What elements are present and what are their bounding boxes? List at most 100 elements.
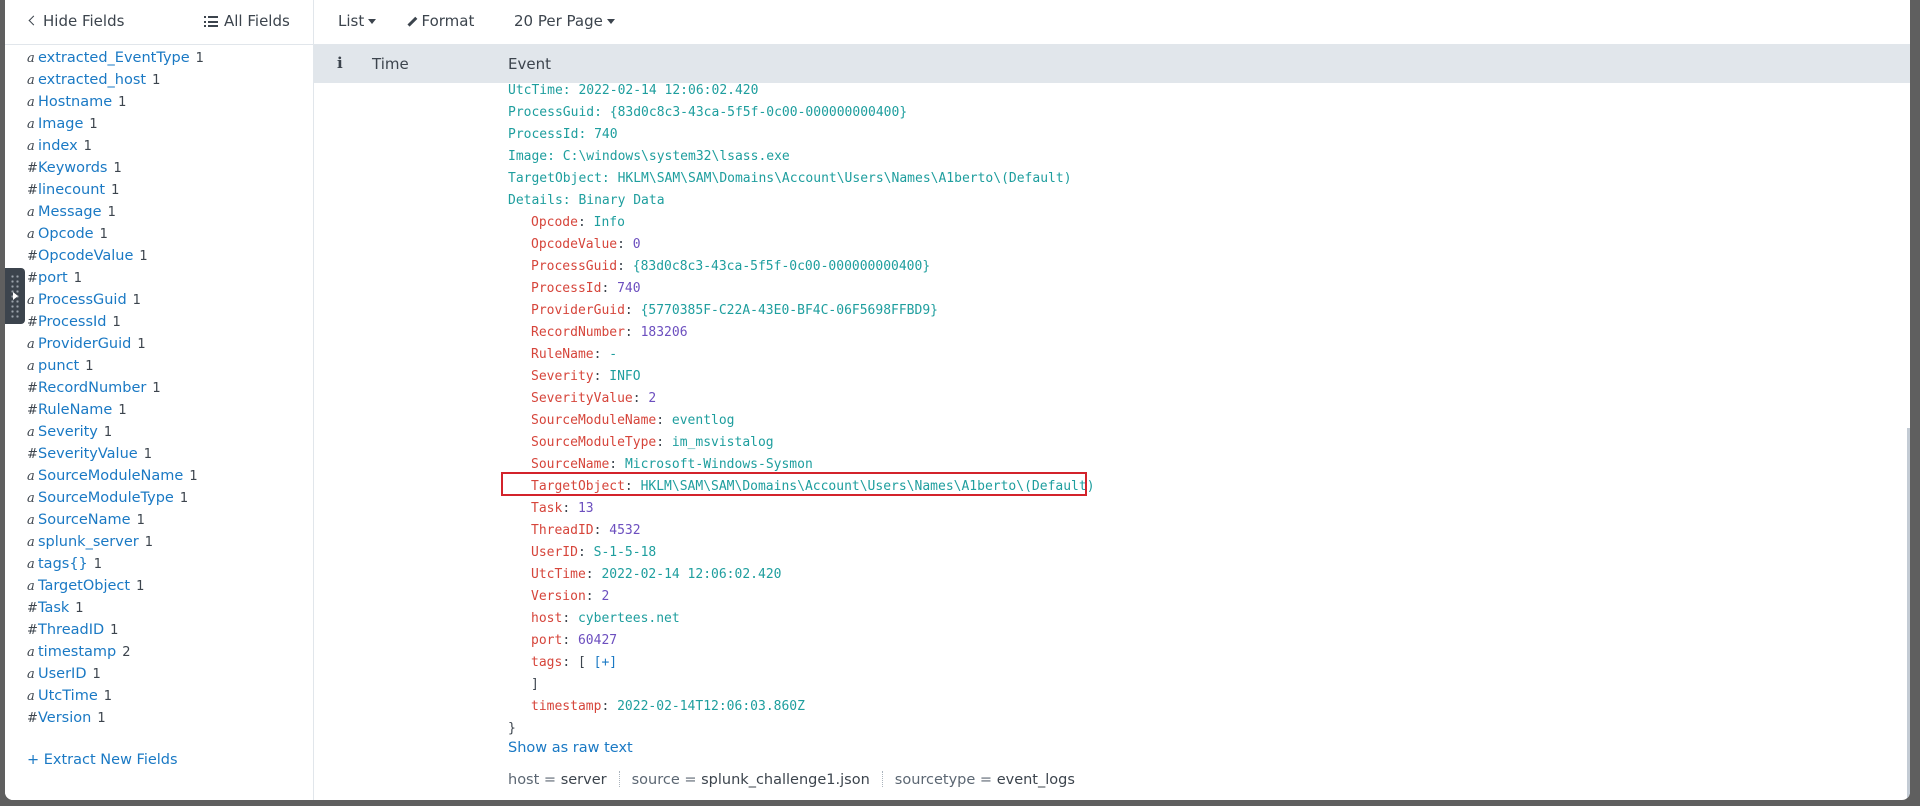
field-item[interactable]: a Severity 1 [27,421,204,443]
event-field-key[interactable]: SourceName [531,457,609,472]
field-item[interactable]: a SourceName 1 [27,509,204,531]
event-field-value[interactable]: Info [594,215,625,230]
event-field-value[interactable]: 13 [578,501,594,516]
field-item[interactable]: a index 1 [27,135,204,157]
event-field-value[interactable]: S-1-5-18 [594,545,657,560]
info-column-header[interactable]: i [337,54,343,72]
field-item[interactable]: a timestamp 2 [27,641,204,663]
event-field-key[interactable]: Version [531,589,586,604]
all-fields-button[interactable]: All Fields [204,12,290,30]
event-field-key[interactable]: UserID [531,545,578,560]
time-column-header[interactable]: Time [372,55,409,73]
event-field-value[interactable]: {5770385F-C22A-43E0-BF4C-06F5698FFBD9} [641,303,938,318]
event-field-key[interactable]: ThreadID [531,523,594,538]
field-item[interactable]: a punct 1 [27,355,204,377]
field-name[interactable]: port [38,270,68,286]
event-field-value[interactable]: 183206 [641,325,688,340]
field-name[interactable]: ProcessGuid [38,292,127,308]
field-name[interactable]: RuleName [38,402,112,418]
field-item[interactable]: #port 1 [27,267,204,289]
field-item[interactable]: a extracted_EventType 1 [27,47,204,69]
field-item[interactable]: a SourceModuleName 1 [27,465,204,487]
field-name[interactable]: index [38,138,78,154]
field-name[interactable]: tags{} [38,556,88,572]
meta-item[interactable]: source = splunk_challenge1.json [632,772,870,788]
field-name[interactable]: SourceName [38,512,131,528]
event-field-value[interactable]: 2 [648,391,656,406]
list-view-dropdown[interactable]: List [338,12,377,30]
field-item[interactable]: a Opcode 1 [27,223,204,245]
event-field-value[interactable]: - [609,347,617,362]
field-name[interactable]: punct [38,358,79,374]
event-field-key[interactable]: RuleName [531,347,594,362]
field-item[interactable]: #ProcessId 1 [27,311,204,333]
event-field-key[interactable]: port [531,633,562,648]
show-raw-text-link[interactable]: Show as raw text [508,740,633,756]
field-name[interactable]: UtcTime [38,688,98,704]
event-field-value[interactable]: HKLM\SAM\SAM\Domains\Account\Users\Names… [641,479,1095,494]
event-field-value[interactable]: 60427 [578,633,617,648]
event-field-value[interactable]: 2022-02-14T12:06:03.860Z [617,699,805,714]
meta-item[interactable]: sourcetype = event_logs [895,772,1075,788]
field-name[interactable]: Keywords [38,160,107,176]
field-name[interactable]: SeverityValue [38,446,138,462]
event-field-key[interactable]: TargetObject [531,479,625,494]
event-field-key[interactable]: host [531,611,562,626]
per-page-dropdown[interactable]: 20 Per Page [514,12,615,30]
field-item[interactable]: a TargetObject 1 [27,575,204,597]
field-name[interactable]: extracted_host [38,72,146,88]
field-name[interactable]: timestamp [38,644,116,660]
field-item[interactable]: #SeverityValue 1 [27,443,204,465]
field-item[interactable]: a UserID 1 [27,663,204,685]
field-name[interactable]: ThreadID [38,622,104,638]
field-name[interactable]: ProviderGuid [38,336,131,352]
format-button[interactable]: Format [407,12,474,30]
field-name[interactable]: SourceModuleName [38,468,183,484]
field-item[interactable]: a SourceModuleType 1 [27,487,204,509]
field-name[interactable]: RecordNumber [38,380,146,396]
field-name[interactable]: Severity [38,424,98,440]
event-field-value[interactable]: {83d0c8c3-43ca-5f5f-0c00-000000000400} [633,259,930,274]
field-item[interactable]: a Image 1 [27,113,204,135]
sidebar-drag-handle[interactable] [5,268,25,324]
field-item[interactable]: #linecount 1 [27,179,204,201]
event-field-key[interactable]: ProcessId [531,281,601,296]
field-item[interactable]: #RecordNumber 1 [27,377,204,399]
event-field-key[interactable]: ProviderGuid [531,303,625,318]
field-item[interactable]: #Keywords 1 [27,157,204,179]
event-field-key[interactable]: Task [531,501,562,516]
field-name[interactable]: OpcodeValue [38,248,133,264]
event-field-value[interactable]: 2 [601,589,609,604]
field-name[interactable]: splunk_server [38,534,139,550]
field-item[interactable]: a ProcessGuid 1 [27,289,204,311]
event-field-key[interactable]: ProcessGuid [531,259,617,274]
field-item[interactable]: #ThreadID 1 [27,619,204,641]
field-item[interactable]: a UtcTime 1 [27,685,204,707]
event-field-value[interactable]: eventlog [672,413,735,428]
event-field-key[interactable]: timestamp [531,699,601,714]
field-item[interactable]: a ProviderGuid 1 [27,333,204,355]
field-item[interactable]: a splunk_server 1 [27,531,204,553]
event-field-value[interactable]: 4532 [609,523,640,538]
field-name[interactable]: Version [38,710,91,726]
event-field-value[interactable]: cybertees.net [578,611,680,626]
field-name[interactable]: Task [38,600,69,616]
field-name[interactable]: linecount [38,182,105,198]
event-field-key[interactable]: UtcTime [531,567,586,582]
field-item[interactable]: a extracted_host 1 [27,69,204,91]
event-field-value[interactable]: 740 [617,281,640,296]
event-field-value[interactable]: 0 [633,237,641,252]
event-field-value[interactable]: im_msvistalog [672,435,774,450]
field-item[interactable]: #RuleName 1 [27,399,204,421]
field-name[interactable]: UserID [38,666,87,682]
field-name[interactable]: ProcessId [38,314,107,330]
field-item[interactable]: a tags{} 1 [27,553,204,575]
field-item[interactable]: #OpcodeValue 1 [27,245,204,267]
event-field-key[interactable]: SourceModuleType [531,435,656,450]
field-name[interactable]: TargetObject [38,578,130,594]
field-name[interactable]: Image [38,116,83,132]
event-field-key[interactable]: tags [531,655,562,670]
event-field-value[interactable]: 2022-02-14 12:06:02.420 [601,567,781,582]
meta-item[interactable]: host = server [508,772,607,788]
hide-fields-button[interactable]: Hide Fields [28,12,124,30]
